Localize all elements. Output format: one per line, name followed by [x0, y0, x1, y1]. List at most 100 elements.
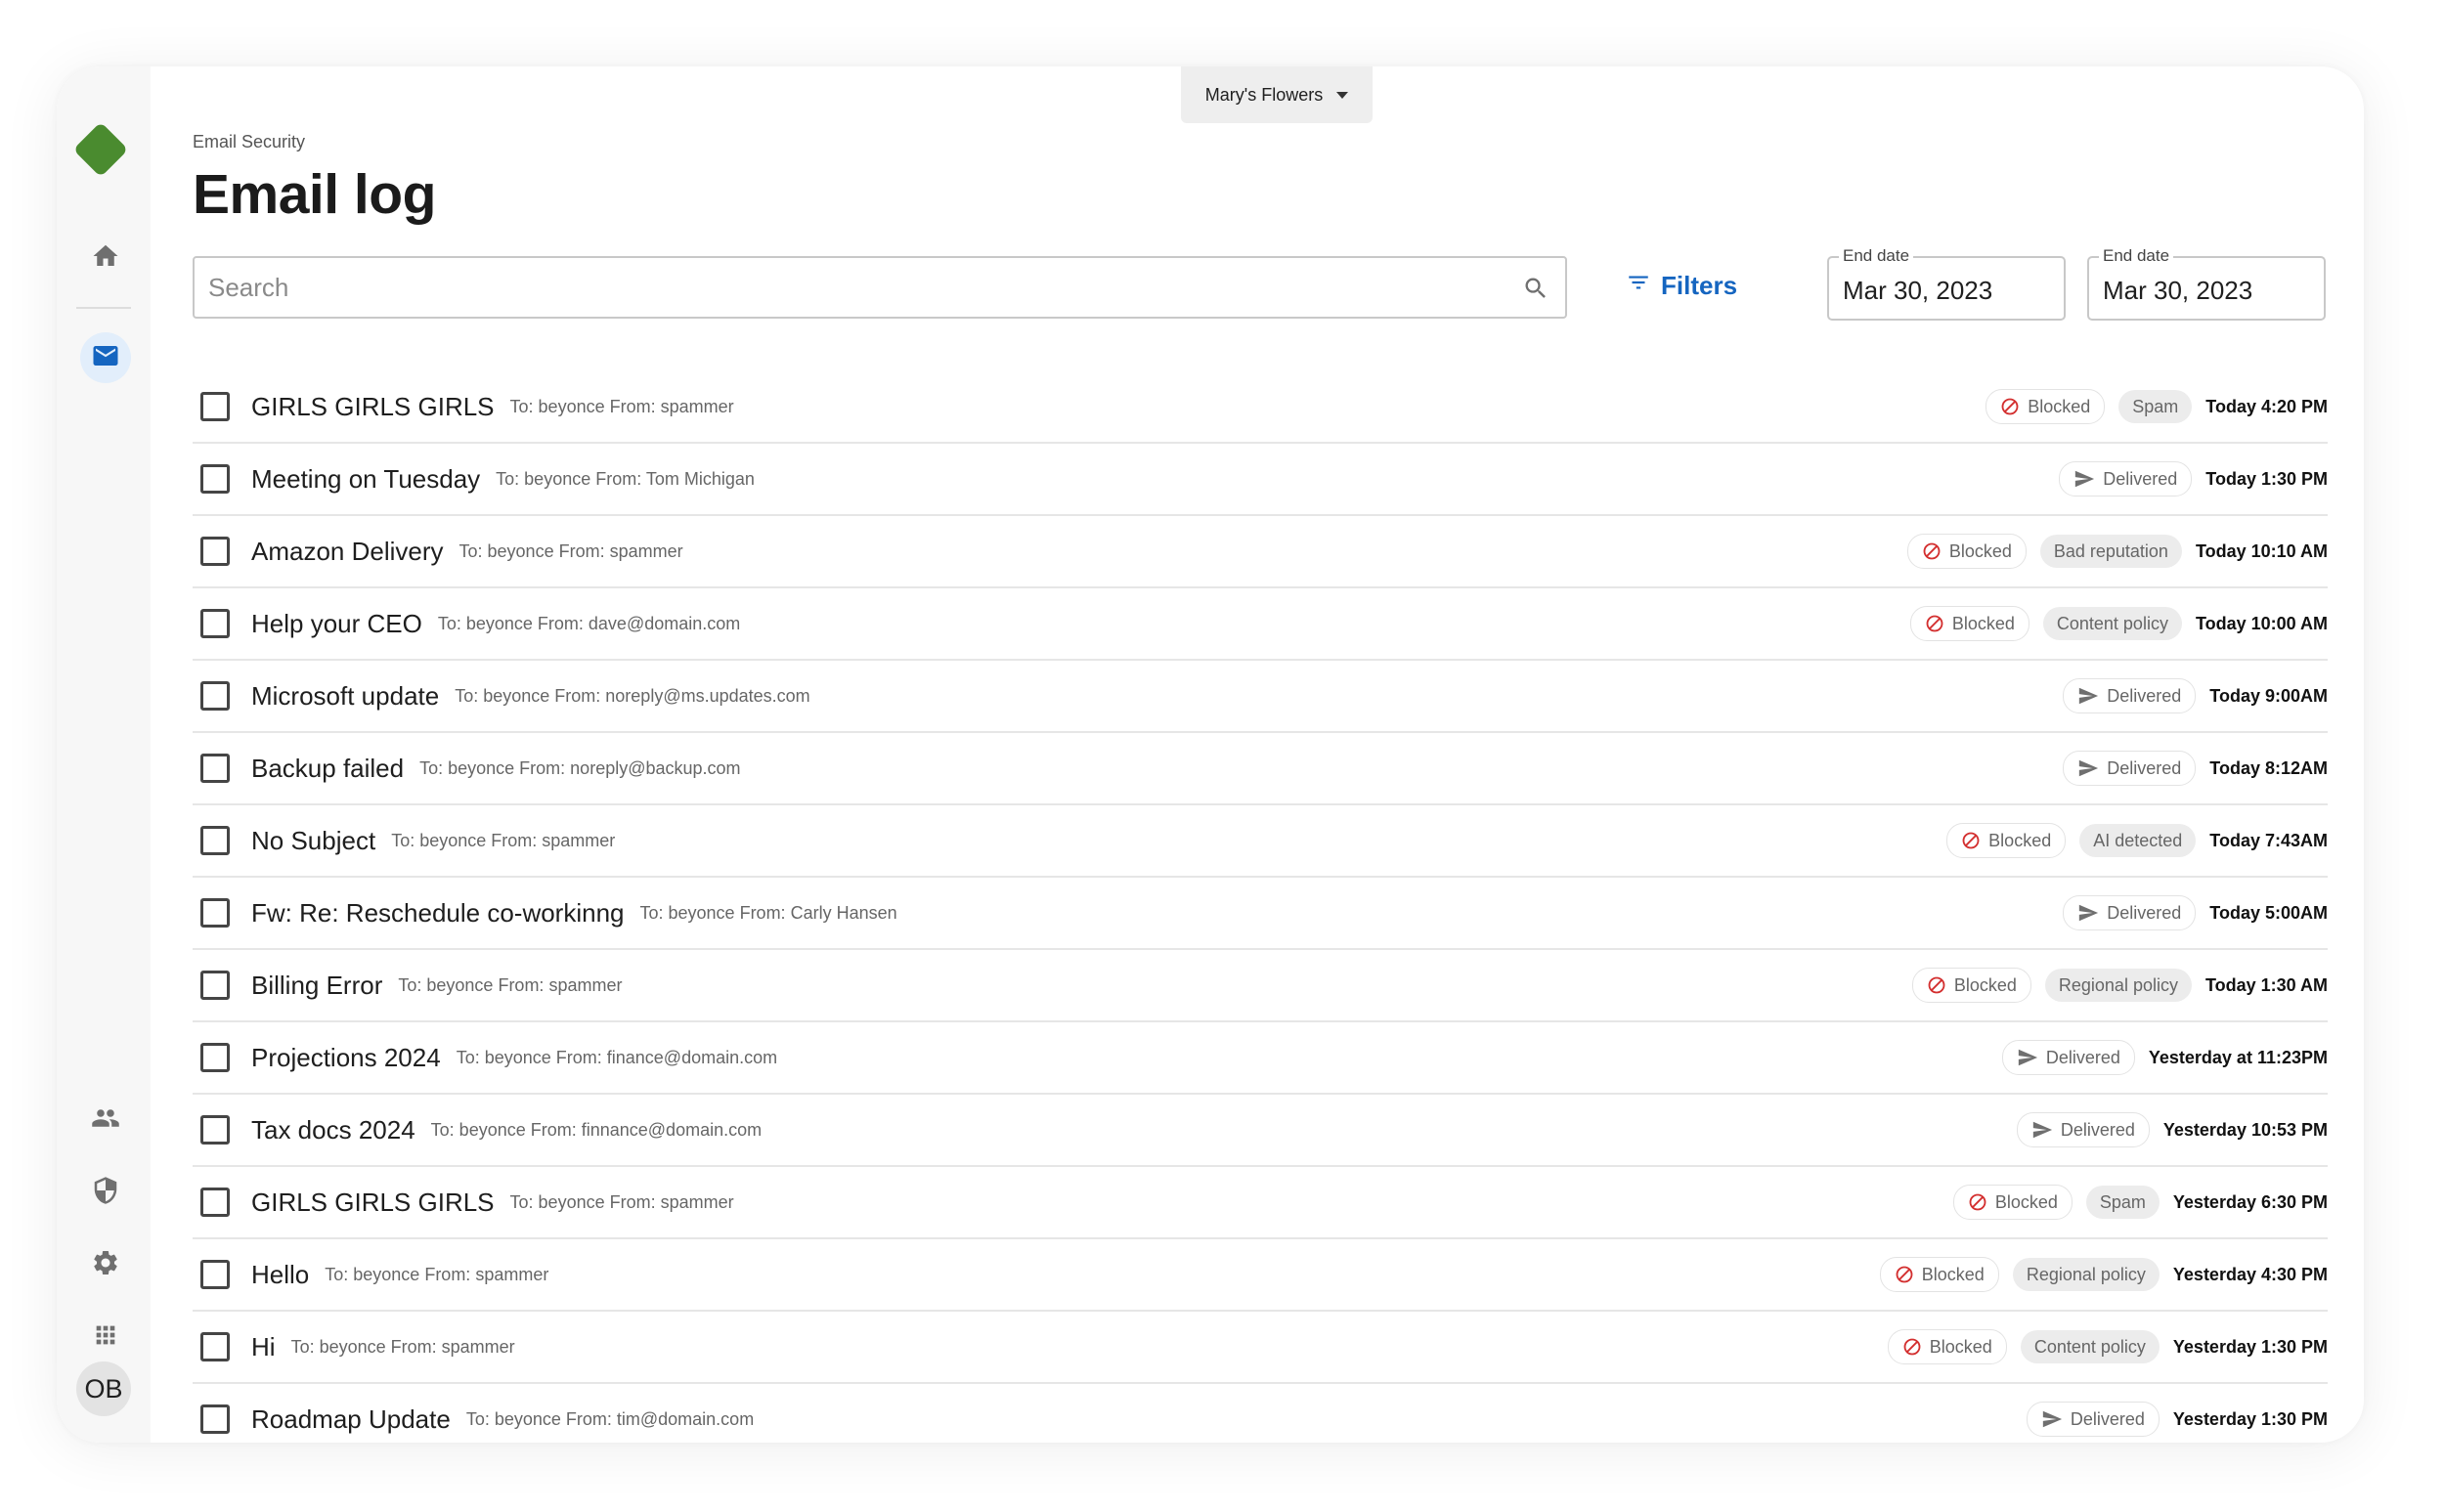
date-value: Mar 30, 2023	[1843, 276, 1993, 305]
email-row[interactable]: Projections 2024 To: beyonce From: financ…	[193, 1022, 2328, 1095]
filters-button[interactable]: Filters	[1626, 270, 1737, 302]
nav-email[interactable]	[80, 332, 131, 383]
row-status: Blocked Spam Today 4:20 PM	[1986, 389, 2328, 424]
avatar[interactable]: OB	[76, 1361, 131, 1416]
blocked-icon	[1895, 1265, 1914, 1284]
nav-apps[interactable]	[80, 1312, 131, 1362]
reason-tag: Spam	[2085, 1186, 2160, 1219]
blocked-icon	[2000, 397, 2020, 416]
email-subject: Tax docs 2024	[251, 1114, 415, 1145]
email-list: GIRLS GIRLS GIRLS To: beyonce From: spamm…	[193, 371, 2328, 1443]
row-checkbox[interactable]	[200, 1404, 230, 1434]
email-time: Yesterday 10:53 PM	[2162, 1119, 2328, 1140]
email-row[interactable]: Billing Error To: beyonce From: spammer Bl…	[193, 950, 2328, 1022]
status-badge: Delivered	[2016, 1112, 2150, 1147]
row-status: Blocked Spam Yesterday 6:30 PM	[1952, 1185, 2328, 1220]
email-row[interactable]: GIRLS GIRLS GIRLS To: beyonce From: spamm…	[193, 1167, 2328, 1239]
email-row[interactable]: GIRLS GIRLS GIRLS To: beyonce From: spamm…	[193, 371, 2328, 444]
email-row[interactable]: Amazon Delivery To: beyonce From: spammer…	[193, 516, 2328, 588]
date-label: End date	[2099, 246, 2174, 266]
row-checkbox[interactable]	[200, 1332, 230, 1361]
email-row[interactable]: Hello To: beyonce From: spammer Blocked Reg…	[193, 1239, 2328, 1312]
row-checkbox[interactable]	[200, 537, 230, 566]
email-meta: To: beyonce From: noreply@backup.com	[419, 757, 741, 778]
email-row[interactable]: Roadmap Update To: beyonce From: tim@doma…	[193, 1384, 2328, 1443]
org-selector[interactable]: Mary's Flowers	[1181, 66, 1373, 123]
email-meta: To: beyonce From: finance@domain.com	[456, 1047, 778, 1067]
row-checkbox[interactable]	[200, 609, 230, 638]
email-time: Yesterday 4:30 PM	[2172, 1264, 2328, 1284]
row-checkbox[interactable]	[200, 1188, 230, 1217]
status-badge: Blocked	[1911, 968, 2031, 1003]
email-row[interactable]: Help your CEO To: beyonce From: dave@doma…	[193, 588, 2328, 661]
status-label: Delivered	[2107, 902, 2182, 923]
email-row[interactable]: Backup failed To: beyonce From: noreply@b…	[193, 733, 2328, 805]
row-status: Blocked AI detected Today 7:43AM	[1946, 823, 2328, 858]
date-label: End date	[1839, 246, 1914, 266]
nav-security[interactable]	[80, 1167, 131, 1218]
email-subject: Projections 2024	[251, 1042, 441, 1072]
search-icon[interactable]	[1522, 275, 1549, 307]
row-checkbox[interactable]	[200, 971, 230, 1000]
email-time: Today 9:00AM	[2209, 685, 2328, 706]
row-status: Blocked Content policy Today 10:00 AM	[1909, 606, 2328, 641]
status-label: Blocked	[1953, 974, 2017, 995]
nav-settings[interactable]	[80, 1239, 131, 1290]
status-label: Blocked	[1951, 613, 2015, 633]
nav-home[interactable]	[80, 233, 131, 283]
row-checkbox[interactable]	[200, 1115, 230, 1145]
row-checkbox[interactable]	[200, 898, 230, 928]
email-time: Today 7:43AM	[2209, 830, 2328, 850]
email-subject: GIRLS GIRLS GIRLS	[251, 391, 495, 421]
email-row[interactable]: Tax docs 2024 To: beyonce From: finnance@…	[193, 1095, 2328, 1167]
reason-tag: Bad reputation	[2039, 535, 2182, 568]
search-box	[193, 256, 1567, 319]
email-time: Today 5:00AM	[2209, 902, 2328, 923]
breadcrumb[interactable]: Email Security	[193, 132, 305, 152]
reason-tag: Spam	[2118, 390, 2193, 423]
row-checkbox[interactable]	[200, 1260, 230, 1289]
home-icon	[91, 241, 120, 276]
end-date-field[interactable]: End date Mar 30, 2023	[1827, 246, 2066, 321]
status-badge: Blocked	[1906, 534, 2027, 569]
status-badge: Blocked	[1986, 389, 2106, 424]
email-subject: Fw: Re: Reschedule co-workinng	[251, 897, 625, 928]
row-checkbox[interactable]	[200, 464, 230, 494]
email-subject: Help your CEO	[251, 608, 422, 638]
search-input[interactable]	[195, 258, 1485, 317]
reason-tag: Regional policy	[2012, 1258, 2160, 1291]
email-row[interactable]: Microsoft update To: beyonce From: norepl…	[193, 661, 2328, 733]
reason-tag: Content policy	[2020, 1330, 2160, 1363]
row-status: Delivered Today 5:00AM	[2063, 895, 2328, 930]
page-title: Email log	[193, 163, 436, 226]
email-meta: To: beyonce From: Tom Michigan	[496, 468, 755, 489]
email-row[interactable]: No Subject To: beyonce From: spammer Block…	[193, 805, 2328, 878]
row-checkbox[interactable]	[200, 754, 230, 783]
email-row[interactable]: Meeting on Tuesday To: beyonce From: Tom …	[193, 444, 2328, 516]
row-checkbox[interactable]	[200, 1043, 230, 1072]
row-status: Delivered Yesterday 1:30 PM	[2026, 1402, 2328, 1437]
row-checkbox[interactable]	[200, 392, 230, 421]
status-label: Delivered	[2060, 1119, 2135, 1140]
email-subject: No Subject	[251, 825, 376, 855]
row-checkbox[interactable]	[200, 826, 230, 855]
logo[interactable]	[72, 121, 129, 178]
row-checkbox[interactable]	[200, 681, 230, 711]
row-status: Blocked Content policy Yesterday 1:30 PM	[1887, 1329, 2328, 1364]
email-subject: Hi	[251, 1331, 276, 1361]
nav-users[interactable]	[80, 1095, 131, 1145]
email-row[interactable]: Fw: Re: Reschedule co-workinng To: beyonc…	[193, 878, 2328, 950]
email-subject: Billing Error	[251, 970, 383, 1000]
status-badge: Blocked	[1887, 1329, 2007, 1364]
status-label: Blocked	[1988, 830, 2052, 850]
email-meta: To: beyonce From: spammer	[290, 1336, 515, 1357]
email-time: Today 8:12AM	[2209, 757, 2328, 778]
mail-icon	[91, 341, 120, 375]
end-date-field-2[interactable]: End date Mar 30, 2023	[2087, 246, 2326, 321]
row-status: Blocked Regional policy Yesterday 4:30 PM	[1879, 1257, 2328, 1292]
send-icon	[2017, 1047, 2038, 1068]
gear-icon	[91, 1248, 120, 1282]
email-subject: Amazon Delivery	[251, 536, 444, 566]
email-row[interactable]: Hi To: beyonce From: spammer Blocked Conten…	[193, 1312, 2328, 1384]
status-label: Delivered	[2107, 685, 2182, 706]
